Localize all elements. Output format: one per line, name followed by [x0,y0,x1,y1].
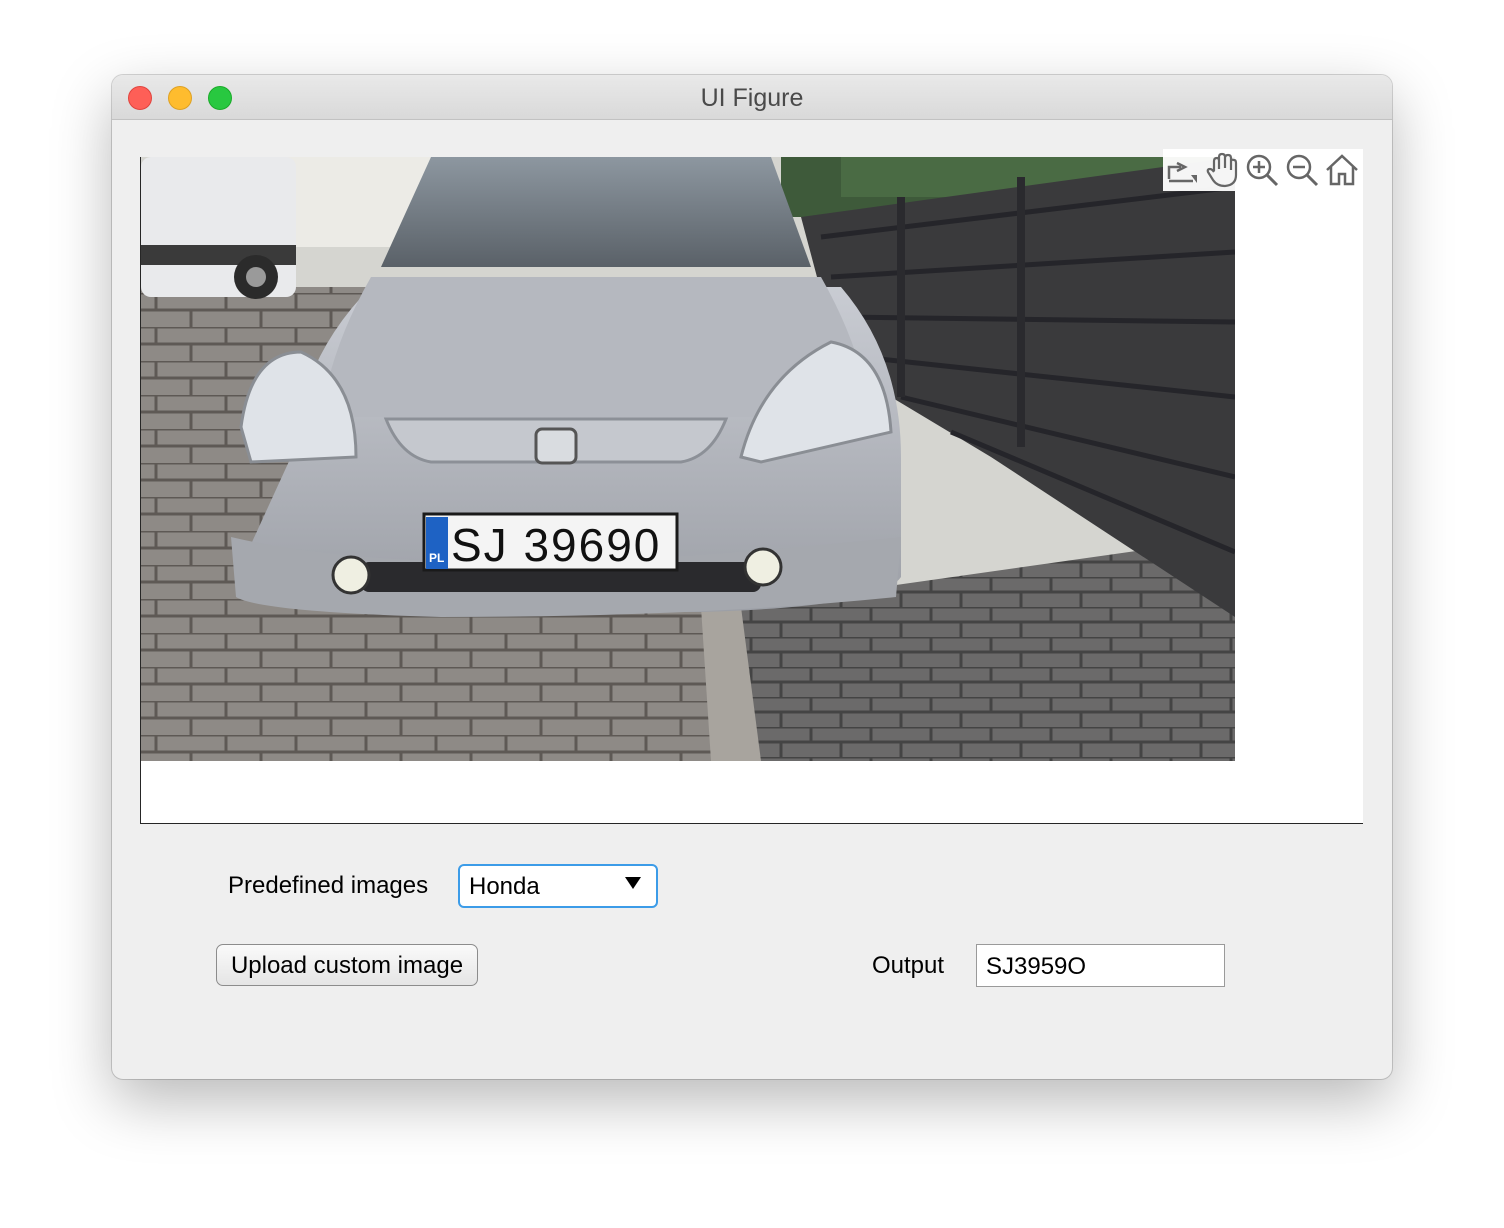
output-label: Output [872,952,945,979]
predefined-images-label: Predefined images [228,872,429,899]
window-title: UI Figure [700,84,804,112]
car-photo: PL SJ 39690 [141,157,1235,761]
plate-country: PL [429,551,444,565]
home-icon[interactable] [1323,151,1361,189]
export-icon[interactable] [1163,151,1201,189]
axes-toolbar [1163,149,1363,191]
pan-icon[interactable] [1203,151,1241,189]
chevron-down-icon [624,876,642,895]
output-value: SJ3959O [986,953,1087,980]
zoom-in-icon[interactable] [1243,151,1281,189]
title-bar: UI Figure [112,75,1392,120]
predefined-images-dropdown[interactable]: Honda [458,864,658,908]
output-field[interactable]: SJ3959O [976,944,1225,987]
zoom-out-icon[interactable] [1283,151,1321,189]
dropdown-selected-value: Honda [469,873,540,900]
upload-custom-image-button[interactable]: Upload custom image [216,944,478,986]
app-window: UI Figure PL SJ 39690 Predefined images … [112,75,1392,1079]
image-axes[interactable]: PL SJ 39690 [140,149,1363,824]
plate-text: SJ 39690 [451,519,661,571]
